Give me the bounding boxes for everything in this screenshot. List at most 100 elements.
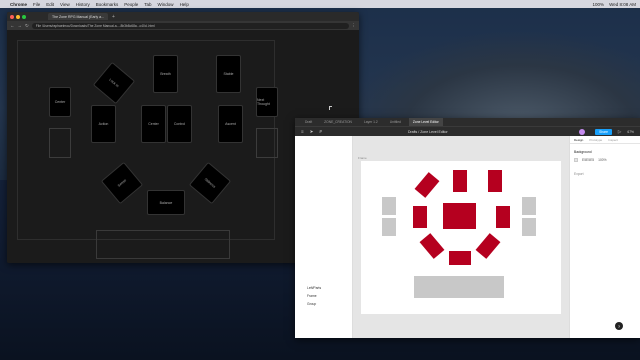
card-right[interactable]: Ascent xyxy=(218,105,243,143)
figma-tab-zone-creation[interactable]: ZONE_CREATION xyxy=(320,120,356,124)
red-card[interactable] xyxy=(496,206,510,228)
tab-design[interactable]: Design xyxy=(574,138,583,142)
menu-help[interactable]: Help xyxy=(180,2,189,7)
avatar[interactable] xyxy=(579,128,586,135)
menu-view[interactable]: View xyxy=(60,2,70,7)
bg-hex[interactable]: E5E5E5 xyxy=(582,158,594,162)
tab-inspect[interactable]: Inspect xyxy=(608,138,618,142)
close-window-icon[interactable] xyxy=(10,14,14,19)
grey-slot[interactable] xyxy=(382,197,396,215)
card-bottom[interactable]: Balance xyxy=(147,190,185,215)
card-label: Breath xyxy=(160,72,171,76)
card-label: Ascent xyxy=(225,122,236,126)
background-section-title: Background xyxy=(574,150,592,154)
red-center-block[interactable] xyxy=(443,203,476,229)
play-icon[interactable]: ▷ xyxy=(618,129,621,135)
forward-icon[interactable]: → xyxy=(18,23,23,28)
back-icon[interactable]: ← xyxy=(10,23,15,28)
card-center-1[interactable]: Center xyxy=(141,105,166,143)
grey-slot[interactable] xyxy=(522,197,536,215)
color-swatch[interactable] xyxy=(574,158,578,162)
export-section-title[interactable]: Export xyxy=(574,172,584,176)
red-card[interactable] xyxy=(488,170,502,192)
card-label: Center xyxy=(54,100,66,104)
card-label: Next Thought xyxy=(257,98,270,106)
design-frame[interactable] xyxy=(361,161,561,314)
menu-history[interactable]: History xyxy=(76,2,90,7)
card-center-2[interactable]: Control xyxy=(167,105,192,143)
red-card[interactable] xyxy=(475,233,501,259)
share-button[interactable]: Share xyxy=(595,128,612,135)
figma-tab-active[interactable]: Zone Level Editor xyxy=(408,118,443,126)
card-label: Control xyxy=(173,122,186,126)
card-label: Sense xyxy=(116,178,128,188)
help-button[interactable]: ? xyxy=(615,322,623,330)
card-label: Stable xyxy=(223,72,234,76)
file-title[interactable]: Drafts / Zone Level Editor xyxy=(408,130,448,134)
grey-bottom-zone[interactable] xyxy=(414,276,504,298)
card-label: Lock In xyxy=(108,77,120,89)
menu-people[interactable]: People xyxy=(124,2,138,7)
background-row[interactable]: E5E5E5 100% xyxy=(574,158,607,162)
figma-canvas[interactable]: Frame xyxy=(353,136,569,338)
minimize-window-icon[interactable] xyxy=(16,14,20,19)
move-tool-icon[interactable]: ➤ xyxy=(310,129,314,135)
tab-prototype[interactable]: Prototype xyxy=(589,138,602,142)
layer-item[interactable]: Frame xyxy=(307,294,317,298)
reload-icon[interactable]: ↻ xyxy=(25,23,29,29)
layer-item[interactable]: Group xyxy=(307,302,316,306)
figma-toolbar: ≡ ➤ # Drafts / Zone Level Editor Share ▷… xyxy=(295,126,640,136)
card-label: Action xyxy=(98,122,109,126)
card-label: Stillness xyxy=(203,177,217,189)
mac-menubar: Chrome File Edit View History Bookmarks … xyxy=(0,0,640,8)
figma-menu-icon[interactable]: ≡ xyxy=(301,129,304,134)
frame-label[interactable]: Frame xyxy=(358,156,367,160)
card-top-right[interactable]: Stable xyxy=(216,55,241,93)
menu-bookmarks[interactable]: Bookmarks xyxy=(96,2,119,7)
red-card[interactable] xyxy=(453,170,467,192)
layer-item[interactable]: Left/Parts xyxy=(307,286,321,290)
bg-opacity[interactable]: 100% xyxy=(598,158,606,162)
red-card[interactable] xyxy=(419,233,445,259)
menu-tab[interactable]: Tab xyxy=(144,2,151,7)
new-tab-icon[interactable]: + xyxy=(112,14,115,20)
menu-window[interactable]: Window xyxy=(158,2,174,7)
properties-tabs: Design Prototype Inspect xyxy=(570,136,640,144)
zoom-level[interactable]: 67% xyxy=(627,130,634,134)
card-top-mid[interactable]: Breath xyxy=(153,55,178,93)
figma-tab-layer[interactable]: Layer 1.2 xyxy=(360,120,382,124)
grey-slot[interactable] xyxy=(382,218,396,236)
menu-edit[interactable]: Edit xyxy=(46,2,54,7)
card-far-left[interactable]: Center xyxy=(49,87,71,117)
red-card[interactable] xyxy=(449,251,471,265)
battery-status[interactable]: 100% xyxy=(593,2,605,7)
chrome-tabbar: The Zone RPG Manual (Early a... + xyxy=(7,12,359,21)
clock[interactable]: Wed 8:08 AM xyxy=(609,2,636,7)
bottom-drop-zone[interactable] xyxy=(96,230,230,259)
zoom-window-icon[interactable] xyxy=(22,14,26,19)
card-label: Balance xyxy=(159,200,173,205)
properties-panel: Design Prototype Inspect Background E5E5… xyxy=(569,136,640,338)
menu-app-name[interactable]: Chrome xyxy=(10,2,27,7)
figma-tab-draft[interactable]: Draft xyxy=(301,120,316,124)
layers-panel: Left/Parts Frame Group xyxy=(295,136,353,338)
red-card[interactable] xyxy=(414,172,440,198)
url-text: File /Users/raphaelmoc/Downloads/The Zon… xyxy=(35,23,155,28)
card-label: Center xyxy=(148,122,159,126)
figma-tab-untitled[interactable]: Untitled xyxy=(386,120,405,124)
grey-slot[interactable] xyxy=(522,218,536,236)
mouse-cursor-icon xyxy=(329,106,332,110)
menu-file[interactable]: File xyxy=(33,2,40,7)
empty-slot-left xyxy=(49,128,71,158)
chrome-tab[interactable]: The Zone RPG Manual (Early a... xyxy=(48,13,108,20)
card-left[interactable]: Action xyxy=(91,105,116,143)
address-bar[interactable]: File /Users/raphaelmoc/Downloads/The Zon… xyxy=(31,22,349,29)
figma-window: Draft ZONE_CREATION Layer 1.2 Untitled Z… xyxy=(295,118,640,338)
menu-dots-icon[interactable]: ⋮ xyxy=(352,23,357,29)
figma-tabbar: Draft ZONE_CREATION Layer 1.2 Untitled Z… xyxy=(295,118,640,126)
red-card[interactable] xyxy=(413,206,427,228)
empty-slot-right xyxy=(256,128,278,158)
frame-tool-icon[interactable]: # xyxy=(319,129,322,134)
card-far-right[interactable]: Next Thought xyxy=(256,87,278,117)
chrome-toolbar: ← → ↻ File /Users/raphaelmoc/Downloads/T… xyxy=(7,21,359,30)
